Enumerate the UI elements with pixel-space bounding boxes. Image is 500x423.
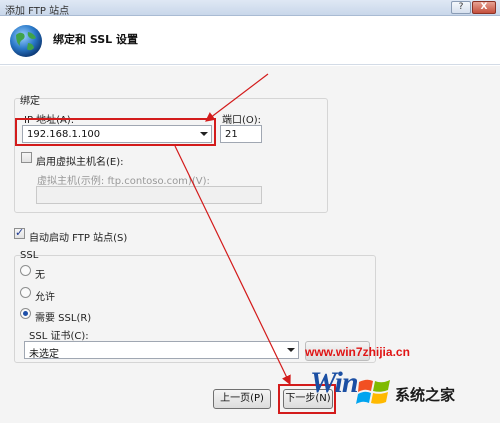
ssl-group-label: SSL (20, 250, 39, 261)
watermark-logo: Win 系统之家 (300, 362, 500, 423)
ssl-cert-select[interactable]: 未选定 (24, 341, 299, 360)
ip-highlight-box (15, 118, 216, 146)
watermark-site-name: 系统之家 (395, 387, 456, 404)
wizard-header: 绑定和 SSL 设置 (0, 17, 500, 65)
port-value: 21 (225, 129, 238, 140)
virtual-host-label: 虚拟主机(示例: ftp.contoso.com)(V): (37, 176, 210, 187)
watermark-logo-text: Win (310, 366, 359, 399)
watermark-url: www.win7zhijia.cn (305, 345, 410, 359)
port-label: 端口(O): (222, 115, 262, 126)
chevron-down-icon[interactable] (287, 348, 295, 352)
port-input[interactable]: 21 (220, 125, 262, 143)
ssl-option-allow[interactable] (20, 287, 31, 298)
ssl-option-allow-label: 允许 (35, 292, 55, 303)
page-title: 绑定和 SSL 设置 (53, 33, 139, 46)
ssl-option-none-label: 无 (35, 270, 45, 281)
ssl-cert-label: SSL 证书(C): (29, 331, 89, 342)
windows-flag-icon (356, 379, 390, 404)
ssl-cert-value: 未选定 (29, 349, 59, 360)
ssl-option-require[interactable] (20, 308, 31, 319)
virtual-host-input[interactable] (36, 186, 262, 204)
help-button[interactable]: ? (451, 1, 471, 14)
autostart-checkbox[interactable] (14, 226, 25, 239)
virtual-host-checkbox-label: 启用虚拟主机名(E): (36, 157, 124, 168)
title-bar: 添加 FTP 站点 ? X (0, 0, 500, 17)
window-title: 添加 FTP 站点 (5, 6, 70, 17)
close-button[interactable]: X (472, 1, 496, 14)
previous-button[interactable]: 上一页(P) (213, 389, 271, 409)
virtual-host-checkbox[interactable] (21, 152, 32, 163)
autostart-label: 自动启动 FTP 站点(S) (29, 233, 128, 244)
globe-icon (10, 25, 42, 57)
ssl-option-require-label: 需要 SSL(R) (35, 313, 92, 324)
binding-group-label: 绑定 (20, 96, 40, 107)
ssl-option-none[interactable] (20, 265, 31, 276)
